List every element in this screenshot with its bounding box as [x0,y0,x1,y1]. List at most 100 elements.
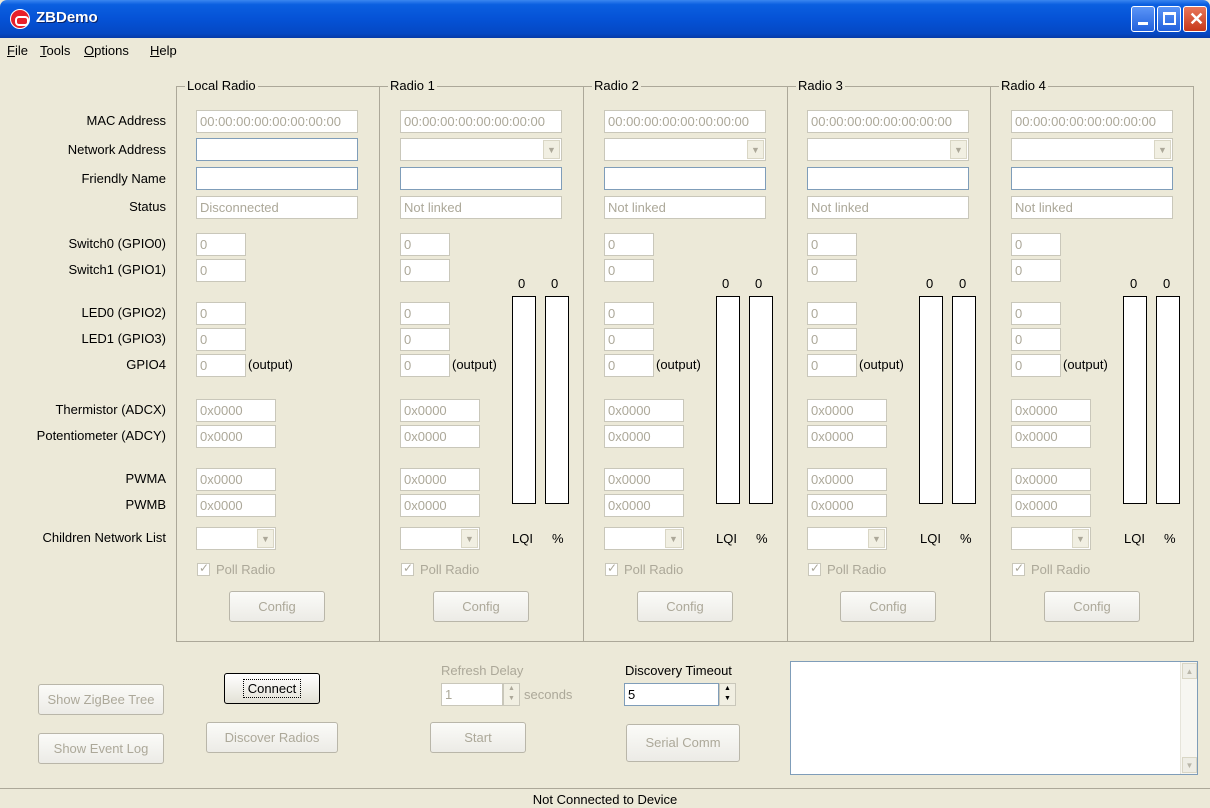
label-led0: LED0 (GPIO2) [81,305,166,320]
poll-radio-label: Poll Radio [420,562,480,577]
pwmb-field[interactable]: 0x0000 [196,494,276,517]
friendly-name-field[interactable] [1011,167,1173,190]
led1-field[interactable]: 0 [196,328,246,351]
poll-radio-checkbox[interactable] [1012,561,1025,576]
spin-down-icon: ▼ [508,695,515,702]
mac-address-field[interactable]: 00:00:00:00:00:00:00:00 [807,110,969,133]
friendly-name-field[interactable] [807,167,969,190]
menu-options[interactable]: Options [84,43,129,58]
status-field: Disconnected [196,196,358,219]
discovery-timeout-field[interactable]: 5 [624,683,719,706]
led0-field[interactable]: 0 [807,302,857,325]
output-label: (output) [656,357,701,372]
config-button[interactable]: Config [637,591,733,622]
pwma-field[interactable]: 0x0000 [400,468,480,491]
pwma-field[interactable]: 0x0000 [196,468,276,491]
config-button[interactable]: Config [433,591,529,622]
poll-radio-checkbox[interactable] [808,561,821,576]
show-event-log-button[interactable]: Show Event Log [38,733,164,764]
label-switch1: Switch1 (GPIO1) [68,262,166,277]
discover-radios-button[interactable]: Discover Radios [206,722,338,753]
pwmb-field[interactable]: 0x0000 [400,494,480,517]
maximize-button[interactable] [1157,6,1181,32]
led0-field[interactable]: 0 [604,302,654,325]
pwmb-field[interactable]: 0x0000 [807,494,887,517]
children-network-list-select[interactable]: ▼ [1011,527,1091,550]
mac-address-field[interactable]: 00:00:00:00:00:00:00:00 [1011,110,1173,133]
discovery-timeout-spinner[interactable]: ▲ ▼ [719,683,736,706]
children-network-list-select[interactable]: ▼ [196,527,276,550]
label-pwmb: PWMB [125,497,166,512]
title-bar[interactable]: ZBDemo ✕ [0,0,1210,38]
label-thermistor: Thermistor (ADCX) [55,402,166,417]
gpio4-field[interactable]: 0 [400,354,450,377]
gpio4-field[interactable]: 0 [604,354,654,377]
network-address-select[interactable]: ▼ [1011,138,1173,161]
pwma-field[interactable]: 0x0000 [1011,468,1091,491]
children-network-list-select[interactable]: ▼ [807,527,887,550]
window-title: ZBDemo [36,9,98,26]
chevron-down-icon: ▼ [257,529,274,548]
config-button[interactable]: Config [840,591,936,622]
scrollbar[interactable]: ▲ ▼ [1180,662,1197,774]
percent-bar [952,296,976,504]
friendly-name-field[interactable] [604,167,766,190]
menu-file[interactable]: File [7,43,28,58]
led0-field[interactable]: 0 [400,302,450,325]
chevron-down-icon: ▼ [461,529,478,548]
pwma-field[interactable]: 0x0000 [807,468,887,491]
percent-value: 0 [551,276,559,291]
friendly-name-field[interactable] [400,167,562,190]
spin-up-icon: ▲ [508,685,515,692]
gpio4-field[interactable]: 0 [1011,354,1061,377]
scroll-up-icon[interactable]: ▲ [1182,663,1197,679]
serial-comm-button[interactable]: Serial Comm [626,724,740,762]
event-log-textbox[interactable]: ▲ ▼ [790,661,1198,775]
mac-address-field[interactable]: 00:00:00:00:00:00:00:00 [196,110,358,133]
pwmb-field[interactable]: 0x0000 [1011,494,1091,517]
status-text: Not Connected to Device [532,792,678,807]
group-title: Radio 4 [999,78,1048,93]
group-title: Radio 1 [388,78,437,93]
connect-button[interactable]: Connect [224,673,320,704]
led1-field[interactable]: 0 [604,328,654,351]
close-button[interactable]: ✕ [1183,6,1207,32]
show-zigbee-tree-button[interactable]: Show ZigBee Tree [38,684,164,715]
refresh-delay-spinner[interactable]: ▲ ▼ [503,683,520,706]
network-address-select[interactable]: ▼ [807,138,969,161]
led0-field[interactable]: 0 [1011,302,1061,325]
chevron-down-icon: ▼ [1072,529,1089,548]
mac-address-field[interactable]: 00:00:00:00:00:00:00:00 [604,110,766,133]
gpio4-field[interactable]: 0 [196,354,246,377]
menu-help[interactable]: Help [150,43,177,58]
scroll-down-icon[interactable]: ▼ [1182,757,1197,773]
poll-radio-checkbox[interactable] [605,561,618,576]
pwmb-field[interactable]: 0x0000 [604,494,684,517]
poll-radio-checkbox[interactable] [401,561,414,576]
poll-radio-checkbox[interactable] [197,561,210,576]
start-button[interactable]: Start [430,722,526,753]
network-address-select[interactable]: ▼ [400,138,562,161]
lqi-bar [919,296,943,504]
children-network-list-select[interactable]: ▼ [604,527,684,550]
mac-address-field[interactable]: 00:00:00:00:00:00:00:00 [400,110,562,133]
network-address-select[interactable]: ▼ [604,138,766,161]
led1-field[interactable]: 0 [1011,328,1061,351]
config-button[interactable]: Config [1044,591,1140,622]
network-address-field[interactable] [196,138,358,161]
friendly-name-field[interactable] [196,167,358,190]
pwma-field[interactable]: 0x0000 [604,468,684,491]
config-button[interactable]: Config [229,591,325,622]
connect-label: Connect [242,679,302,698]
led1-field[interactable]: 0 [400,328,450,351]
menu-tools[interactable]: Tools [40,43,70,58]
led1-field[interactable]: 0 [807,328,857,351]
children-network-list-select[interactable]: ▼ [400,527,480,550]
poll-radio-label: Poll Radio [624,562,684,577]
gpio4-field[interactable]: 0 [807,354,857,377]
refresh-delay-field[interactable]: 1 [441,683,503,706]
adcx-field: 0x0000 [604,399,684,422]
app-icon[interactable] [10,9,30,29]
led0-field[interactable]: 0 [196,302,246,325]
minimize-button[interactable] [1131,6,1155,32]
